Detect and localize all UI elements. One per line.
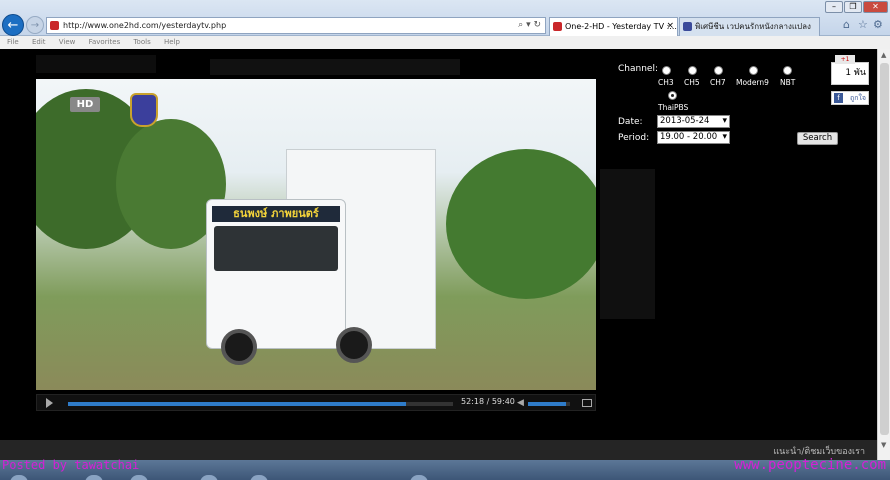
search-refresh-icon[interactable]: ⌕ ▾ ↻	[518, 18, 541, 33]
radio-ch3[interactable]	[662, 66, 671, 75]
address-url: http://www.one2hd.com/yesterdaytv.php	[63, 21, 227, 30]
menu-file[interactable]: File	[7, 38, 19, 46]
radio-label-ch5: CH5	[684, 78, 700, 87]
radio-thaipbs[interactable]	[668, 91, 677, 100]
address-bar[interactable]: http://www.one2hd.com/yesterdaytv.php ⌕ …	[46, 17, 546, 34]
volume-icon[interactable]: ◀	[517, 398, 524, 408]
close-window-button[interactable]: ✕	[863, 1, 888, 13]
menu-tools[interactable]: Tools	[133, 38, 150, 46]
scene-tree	[446, 149, 596, 299]
google-plus-button[interactable]: +1 1 พัน	[831, 55, 869, 85]
scroll-thumb[interactable]	[880, 63, 889, 435]
taskbar-app-icon[interactable]	[410, 475, 428, 480]
play-icon[interactable]	[46, 398, 53, 408]
truck-banner: ธนพงษ์ ภาพยนตร์	[212, 206, 340, 222]
scroll-down-icon[interactable]: ▼	[881, 441, 886, 449]
radio-ch5[interactable]	[688, 66, 697, 75]
tab-label: One-2-HD - Yesterday TV :...	[565, 22, 677, 31]
maximize-button[interactable]: ❐	[844, 1, 862, 13]
facebook-like-label: ถูกใจ	[850, 94, 866, 102]
plus-one-count: 1 พัน	[845, 68, 866, 78]
channel-logo-icon	[130, 93, 158, 127]
player-controls: 52:18 / 59:40 ◀	[36, 394, 596, 411]
volume-slider[interactable]	[528, 402, 570, 406]
truck-wheel	[336, 327, 372, 363]
vertical-scrollbar[interactable]: ▲ ▼	[877, 49, 890, 460]
fullscreen-icon[interactable]	[582, 399, 592, 407]
menu-view[interactable]: View	[59, 38, 76, 46]
watermark-right: www.peoptecine.com	[734, 457, 886, 473]
tab-favicon-icon	[683, 22, 692, 31]
seek-progress	[68, 402, 406, 406]
taskbar-app-icon[interactable]	[250, 475, 268, 480]
menu-edit[interactable]: Edit	[32, 38, 46, 46]
plus-one-badge: +1	[835, 55, 855, 64]
feedback-link[interactable]: แนะนำ/ติชมเว็บของเรา	[773, 444, 865, 458]
channel-label: Channel:	[618, 64, 658, 74]
tab-favicon-icon	[553, 22, 562, 31]
minimize-button[interactable]: –	[825, 1, 843, 13]
taskbar-app-icon[interactable]	[200, 475, 218, 480]
decor-block	[600, 169, 655, 319]
back-arrow-icon: ←	[7, 17, 19, 33]
watermark-left: Posted by tawatchai	[2, 458, 140, 472]
home-icon[interactable]: ⌂	[843, 18, 850, 31]
site-favicon-icon	[50, 21, 59, 30]
menu-help[interactable]: Help	[164, 38, 180, 46]
seek-bar[interactable]	[68, 402, 453, 406]
back-button[interactable]: ←	[2, 14, 24, 36]
radio-label-nbt: NBT	[780, 78, 796, 87]
facebook-like-button[interactable]: ถูกใจ	[831, 91, 869, 105]
radio-label-ch3: CH3	[658, 78, 674, 87]
decor-block	[36, 55, 156, 73]
truck-wheel	[221, 329, 257, 365]
radio-modern9[interactable]	[749, 66, 758, 75]
tab-close-icon[interactable]: ×	[666, 18, 674, 35]
taskbar-app-icon[interactable]	[85, 475, 103, 480]
hd-badge: HD	[70, 97, 100, 112]
tab-active[interactable]: One-2-HD - Yesterday TV :... ×	[549, 17, 678, 36]
date-select[interactable]: 2013-05-24	[657, 115, 730, 128]
menu-favorites[interactable]: Favorites	[89, 38, 121, 46]
radio-ch7[interactable]	[714, 66, 723, 75]
radio-label-thaipbs: ThaiPBS	[658, 103, 689, 112]
close-icon: ✕	[872, 2, 879, 11]
volume-level	[528, 402, 566, 406]
tab-label: พิเศษีชีน เวปคนรักหนังกลางแปลง	[695, 22, 811, 31]
tab-inactive[interactable]: พิเศษีชีน เวปคนรักหนังกลางแปลง	[679, 17, 820, 36]
radio-label-modern9: Modern9	[736, 78, 769, 87]
menu-bar: File Edit View Favorites Tools Help	[0, 36, 890, 49]
date-label: Date:	[618, 117, 643, 127]
time-display: 52:18 / 59:40	[461, 397, 515, 406]
search-button[interactable]: Search	[797, 132, 838, 145]
video-player[interactable]: ธนพงษ์ ภาพยนตร์ HD	[36, 79, 596, 390]
browser-titlebar: ← → http://www.one2hd.com/yesterdaytv.ph…	[0, 0, 890, 36]
radio-label-ch7: CH7	[710, 78, 726, 87]
scroll-up-icon[interactable]: ▲	[881, 51, 886, 59]
maximize-icon: ❐	[849, 2, 857, 11]
truck-windshield	[214, 226, 338, 271]
forward-arrow-icon: →	[30, 19, 40, 31]
gear-icon[interactable]: ⚙	[873, 18, 883, 31]
favorites-star-icon[interactable]: ☆	[858, 18, 868, 31]
forward-button[interactable]: →	[26, 16, 44, 34]
radio-nbt[interactable]	[783, 66, 792, 75]
period-label: Period:	[618, 133, 650, 143]
start-icon[interactable]	[10, 475, 28, 480]
minimize-icon: –	[832, 2, 836, 11]
period-select[interactable]: 19.00 - 20.00	[657, 131, 730, 144]
taskbar-app-icon[interactable]	[130, 475, 148, 480]
decor-block	[210, 59, 460, 75]
